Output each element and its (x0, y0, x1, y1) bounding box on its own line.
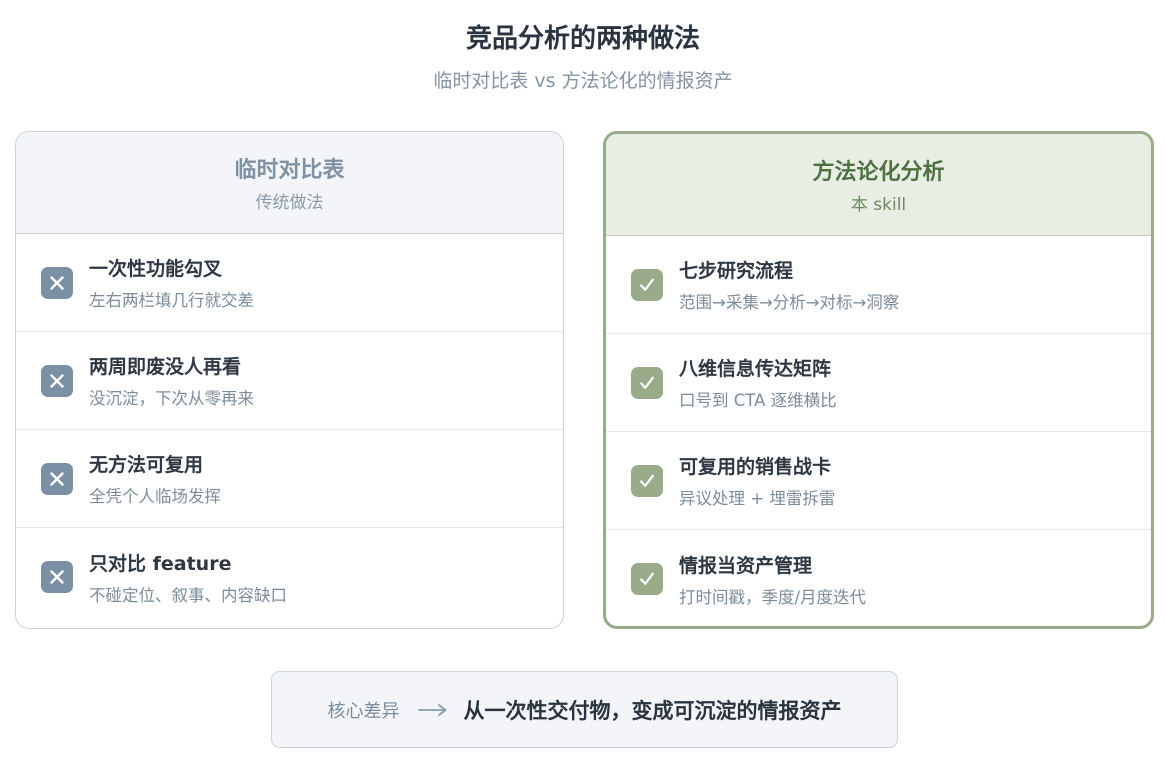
x-icon (41, 364, 73, 397)
methodology-card-title: 方法论化分析 (812, 160, 945, 185)
methodology-card-subtitle: 本 skill (850, 195, 907, 215)
long-arrow-right-icon (417, 703, 448, 717)
core-difference-banner: 核心差异 从一次性交付物，变成可沉淀的情报资产 (271, 671, 898, 748)
list-item: 情报当资产管理 打时间戳，季度/月度迭代 (606, 530, 1151, 626)
x-icon (41, 462, 73, 495)
page-subtitle: 临时对比表 vs 方法论化的情报资产 (433, 70, 733, 92)
core-difference-message: 从一次性交付物，变成可沉淀的情报资产 (463, 698, 842, 723)
item-title: 只对比 feature (89, 552, 232, 575)
list-item: 可复用的销售战卡 异议处理 + 埋雷拆雷 (606, 432, 1151, 530)
traditional-card-title: 临时对比表 (234, 158, 345, 183)
methodology-card-header: 方法论化分析 本 skill (606, 134, 1151, 236)
list-item: 两周即废没人再看 没沉淀，下次从零再来 (16, 332, 563, 430)
page-title: 竞品分析的两种做法 (465, 24, 700, 54)
x-icon (41, 266, 73, 299)
list-item: 一次性功能勾叉 左右两栏填几行就交差 (16, 234, 563, 332)
methodology-approach-card: 方法论化分析 本 skill 七步研究流程 范围→采集→分析→对标→洞察 八维信… (603, 131, 1154, 629)
item-title: 情报当资产管理 (679, 554, 813, 577)
item-description: 没沉淀，下次从零再来 (89, 389, 254, 408)
item-description: 打时间戳，季度/月度迭代 (679, 587, 867, 607)
list-item: 只对比 feature 不碰定位、叙事、内容缺口 (16, 528, 563, 626)
item-description: 全凭个人临场发挥 (89, 487, 221, 506)
check-icon (631, 366, 663, 399)
list-item: 无方法可复用 全凭个人临场发挥 (16, 430, 563, 528)
item-title: 可复用的销售战卡 (679, 456, 832, 478)
item-description: 口号到 CTA 逐维横比 (679, 391, 837, 410)
list-item: 八维信息传达矩阵 口号到 CTA 逐维横比 (606, 334, 1151, 432)
item-title: 八维信息传达矩阵 (679, 358, 832, 380)
item-title: 七步研究流程 (679, 260, 794, 282)
item-description: 不碰定位、叙事、内容缺口 (89, 585, 287, 605)
item-description: 异议处理 + 埋雷拆雷 (679, 489, 836, 508)
check-icon (631, 268, 663, 301)
item-title: 一次性功能勾叉 (89, 258, 223, 280)
traditional-items-list: 一次性功能勾叉 左右两栏填几行就交差 两周即废没人再看 没沉淀，下次从零再来 无… (16, 234, 563, 626)
core-difference-label: 核心差异 (327, 700, 400, 722)
x-icon (41, 561, 73, 593)
methodology-items-list: 七步研究流程 范围→采集→分析→对标→洞察 八维信息传达矩阵 口号到 CTA 逐… (606, 236, 1151, 626)
traditional-approach-card: 临时对比表 传统做法 一次性功能勾叉 左右两栏填几行就交差 两周即废没人再看 没… (15, 131, 564, 629)
traditional-card-header: 临时对比表 传统做法 (16, 132, 563, 234)
list-item: 七步研究流程 范围→采集→分析→对标→洞察 (606, 236, 1151, 334)
check-icon (631, 464, 663, 497)
item-description: 范围→采集→分析→对标→洞察 (679, 293, 900, 312)
traditional-card-subtitle: 传统做法 (255, 193, 324, 213)
item-description: 左右两栏填几行就交差 (89, 291, 254, 310)
item-title: 两周即废没人再看 (89, 356, 242, 378)
check-icon (631, 563, 663, 595)
item-title: 无方法可复用 (89, 454, 204, 476)
